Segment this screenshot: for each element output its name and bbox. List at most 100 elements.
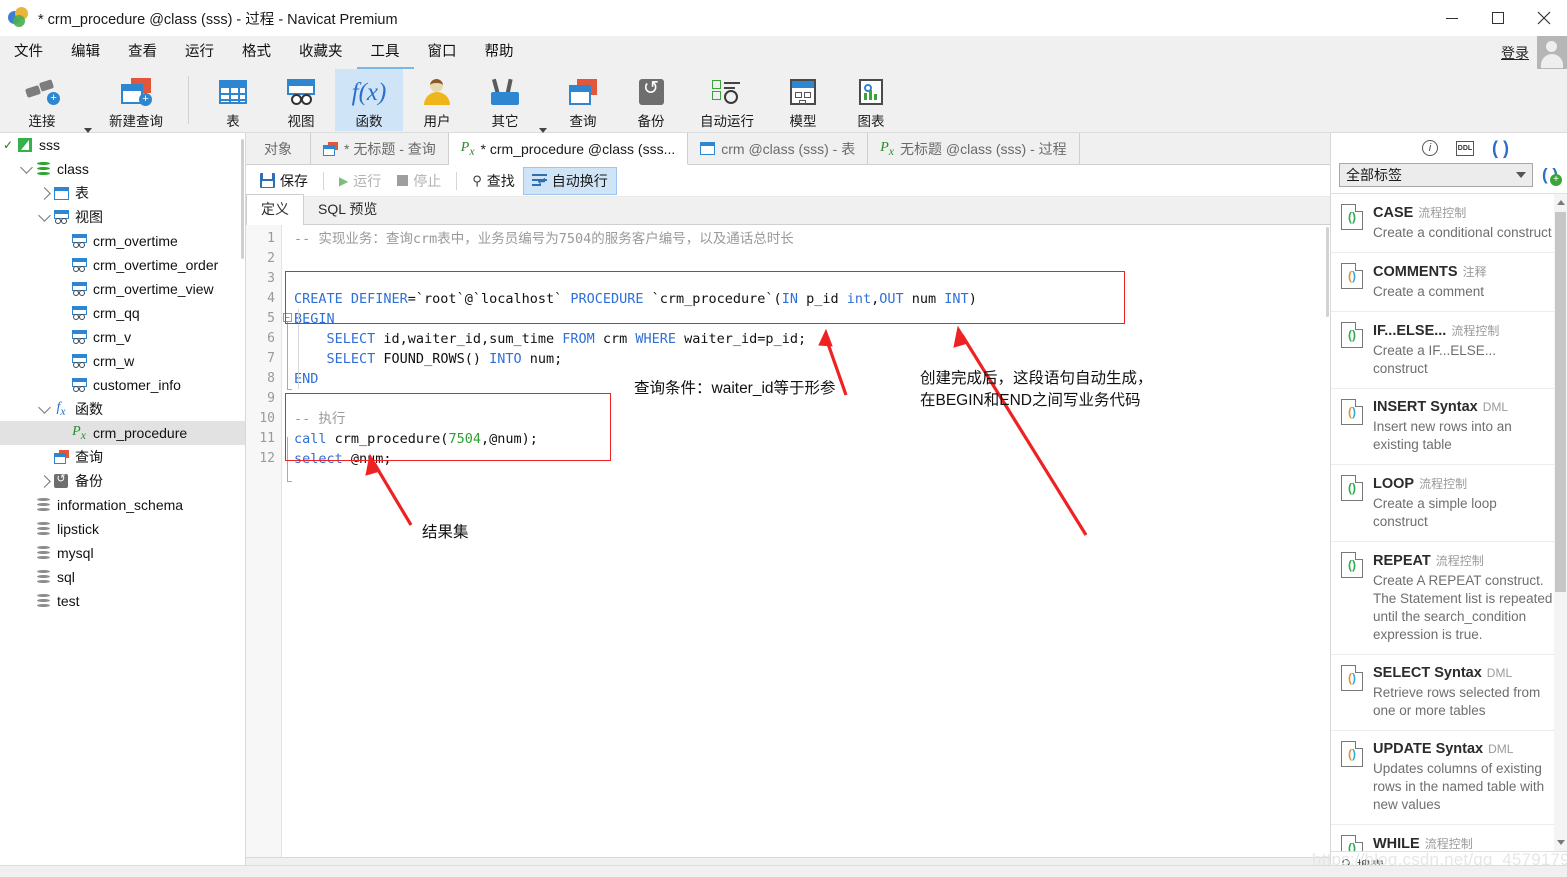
sql-editor[interactable]: 1 2 3 4 5 6 7 8 9 10 11 12 − -- 实现业务：查询crm表中，业务员编号为… [246, 225, 1330, 857]
tree-item-label: 备份 [75, 473, 103, 489]
find-button[interactable]: ⚲ 查找 [464, 168, 523, 194]
procedure-px-icon: Px [880, 139, 894, 158]
tab-untitled-query[interactable]: * 无标题 - 查询 [311, 133, 449, 164]
tree-item-class[interactable]: class [0, 157, 245, 181]
ribbon-button-model[interactable]: 模型 [769, 69, 837, 131]
ribbon-button-connection[interactable]: + 连接 [0, 69, 84, 131]
ribbon-button-other[interactable]: 其它 [471, 69, 539, 131]
tree-item-mysql[interactable]: mysql [0, 541, 245, 565]
stop-button[interactable]: 停止 [389, 168, 449, 194]
login-link[interactable]: 登录 [1501, 43, 1529, 63]
tree-item-crm_overtime_order[interactable]: crm_overtime_order [0, 253, 245, 277]
tag-filter-select[interactable]: 全部标签 [1339, 163, 1533, 187]
tree-item-sss[interactable]: ✓ sss [0, 133, 245, 157]
word-wrap-toggle[interactable]: ↵ 自动换行 [522, 166, 617, 195]
tab-definition[interactable]: 定义 [246, 194, 304, 225]
ribbon-button-backup[interactable]: 备份 [617, 69, 685, 131]
tree-item-crm_w[interactable]: crm_w [0, 349, 245, 373]
tree-twisty[interactable] [36, 474, 52, 488]
tab-sql-preview[interactable]: SQL 预览 [304, 195, 391, 224]
tree-item-crm_qq[interactable]: crm_qq [0, 301, 245, 325]
tree-twisty[interactable] [36, 186, 52, 200]
chevron-down-icon[interactable] [37, 208, 51, 222]
tree-item-crm_overtime_view[interactable]: crm_overtime_view [0, 277, 245, 301]
code-line[interactable]: -- 实现业务：查询crm表中，业务员编号为7504的服务客户编号，以及通话总时… [294, 229, 1330, 249]
tree-item-lipstick[interactable]: lipstick [0, 517, 245, 541]
connection-dropdown[interactable] [84, 69, 94, 133]
chevron-down-icon[interactable] [37, 400, 51, 414]
add-snippet-button[interactable]: ( ) + [1539, 164, 1562, 186]
chevron-right-icon[interactable] [37, 186, 51, 200]
menu-help[interactable]: 帮助 [471, 36, 528, 69]
line-number: 3 [267, 271, 275, 286]
tree-item-crm_overtime[interactable]: crm_overtime [0, 229, 245, 253]
tab-objects[interactable]: 对象 [246, 133, 311, 164]
snippet-list[interactable]: () CASE 流程控制 Create a conditional construct… [1331, 193, 1567, 851]
run-button[interactable]: ▶ 运行 [331, 168, 389, 194]
menu-file[interactable]: 文件 [0, 36, 57, 69]
snippet-item[interactable]: () COMMENTS 注释 Create a comment [1331, 253, 1567, 312]
ribbon-button-view[interactable]: 视图 [267, 69, 335, 131]
tree-item--[interactable]: 查询 [0, 445, 245, 469]
tree-item-crm_procedure[interactable]: Px crm_procedure [0, 421, 245, 445]
snippet-item[interactable]: () IF...ELSE... 流程控制 Create a IF...ELSE... … [1331, 312, 1567, 389]
chevron-right-icon[interactable] [37, 474, 51, 488]
tree-item-customer_info[interactable]: customer_info [0, 373, 245, 397]
tab-untitled-procedure[interactable]: Px 无标题 @class (sss) - 过程 [868, 133, 1080, 164]
snippet-scrollbar[interactable] [1554, 194, 1567, 851]
snippet-item[interactable]: () REPEAT 流程控制 Create A REPEAT construct. T… [1331, 542, 1567, 655]
snippet-item[interactable]: () LOOP 流程控制 Create a simple loop construct [1331, 465, 1567, 542]
tree-item--[interactable]: 视图 [0, 205, 245, 229]
tree-item--[interactable]: fx 函数 [0, 397, 245, 421]
scroll-down-icon[interactable] [1557, 840, 1565, 845]
menu-tools[interactable]: 工具 [356, 36, 414, 69]
tree-twisty[interactable] [36, 400, 52, 414]
menu-run[interactable]: 运行 [171, 36, 228, 69]
snippet-item[interactable]: () SELECT Syntax DML Retrieve rows selected… [1331, 655, 1567, 731]
code-line[interactable]: SELECT FOUND_ROWS() INTO num; [294, 349, 1330, 369]
tree-twisty[interactable] [36, 208, 52, 222]
ribbon-button-user[interactable]: 用户 [403, 69, 471, 131]
minimize-button[interactable] [1429, 0, 1475, 36]
menu-window[interactable]: 窗口 [414, 36, 471, 69]
sidebar-scrollbar[interactable] [241, 133, 245, 877]
menu-view[interactable]: 查看 [114, 36, 171, 69]
avatar[interactable] [1537, 36, 1567, 69]
code-line[interactable]: SELECT id,waiter_id,sum_time FROM crm WH… [294, 329, 1330, 349]
other-dropdown[interactable] [539, 69, 549, 133]
tree-twisty[interactable]: ✓ [0, 138, 16, 152]
maximize-button[interactable] [1475, 0, 1521, 36]
menu-format[interactable]: 格式 [228, 36, 285, 69]
close-button[interactable] [1521, 0, 1567, 36]
chevron-down-icon[interactable] [19, 160, 33, 174]
ddl-icon[interactable]: DDL [1456, 140, 1474, 156]
tree-twisty[interactable] [18, 160, 34, 174]
tree-item-sql[interactable]: sql [0, 565, 245, 589]
ribbon-button-query[interactable]: 查询 [549, 69, 617, 131]
info-icon[interactable]: i [1422, 140, 1438, 156]
snippet-item[interactable]: () CASE 流程控制 Create a conditional construct [1331, 194, 1567, 253]
code-line[interactable] [294, 249, 1330, 269]
scroll-up-icon[interactable] [1557, 200, 1565, 205]
ribbon-button-automation[interactable]: 自动运行 [685, 69, 769, 131]
snippet-item[interactable]: () INSERT Syntax DML Insert new rows into a… [1331, 389, 1567, 465]
tree-item-crm_v[interactable]: crm_v [0, 325, 245, 349]
tab-crm-table[interactable]: crm @class (sss) - 表 [688, 133, 869, 164]
object-tree-sidebar[interactable]: ✓ sss class 表视图 crm_overtime crm_overtime_ord… [0, 133, 246, 877]
save-button[interactable]: 保存 [252, 168, 316, 194]
ribbon-button-function[interactable]: f(x) 函数 [335, 69, 403, 131]
ribbon-button-new-query[interactable]: + 新建查询 [94, 69, 178, 131]
menu-favorites[interactable]: 收藏夹 [285, 36, 357, 69]
tree-item-test[interactable]: test [0, 589, 245, 613]
menu-edit[interactable]: 编辑 [57, 36, 114, 69]
parenthesis-icon[interactable]: ( ) [1492, 138, 1509, 159]
snippet-item[interactable]: ()WHILE流程控制Create a WHILE construct. The… [1331, 825, 1567, 851]
snippet-item[interactable]: () UPDATE Syntax DML Updates columns of exi… [1331, 731, 1567, 825]
ribbon-button-chart[interactable]: 图表 [837, 69, 905, 131]
snippet-description: Insert new rows into an existing table [1373, 419, 1512, 452]
tab-crm-procedure[interactable]: Px * crm_procedure @class (sss... [448, 133, 689, 165]
tree-item--[interactable]: 表 [0, 181, 245, 205]
tree-item-information_schema[interactable]: information_schema [0, 493, 245, 517]
ribbon-button-table[interactable]: 表 [199, 69, 267, 131]
tree-item--[interactable]: 备份 [0, 469, 245, 493]
